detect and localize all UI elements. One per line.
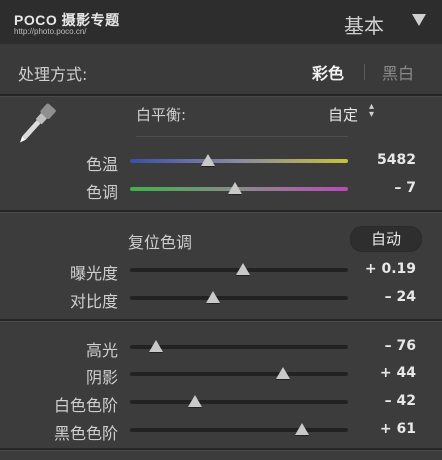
contrast-value[interactable]: – 24 — [352, 289, 416, 305]
eyedropper-icon[interactable] — [14, 96, 70, 146]
whites-slider-track[interactable] — [130, 400, 348, 404]
section-divider — [0, 210, 442, 213]
exposure-value[interactable]: + 0.19 — [352, 261, 416, 277]
blacks-slider-thumb[interactable] — [295, 423, 310, 435]
reset-tone-label[interactable]: 复位色调 — [128, 229, 192, 253]
treatment-label: 处理方式: — [18, 65, 88, 84]
tint-value[interactable]: – 7 — [352, 180, 416, 196]
shadows-slider-thumb[interactable] — [275, 367, 290, 379]
whites-slider-thumb[interactable] — [188, 395, 203, 407]
temp-slider-track[interactable] — [130, 159, 348, 163]
contrast-slider-track[interactable] — [130, 296, 348, 300]
temp-value[interactable]: 5482 — [352, 152, 416, 168]
whites-label: 白色色阶 — [53, 396, 118, 415]
highlights-value[interactable]: – 76 — [352, 338, 416, 354]
treatment-row: 处理方式: 彩色 黑白 — [0, 44, 442, 96]
blacks-label: 黑色色阶 — [53, 424, 118, 443]
shadows-label: 阴影 — [85, 368, 118, 387]
contrast-slider-thumb[interactable] — [205, 291, 220, 303]
tint-slider-thumb[interactable] — [227, 182, 242, 194]
white-balance-rule — [136, 136, 348, 137]
treatment-separator — [364, 64, 365, 80]
tint-label: 色调 — [85, 183, 118, 202]
exposure-slider-thumb[interactable] — [236, 263, 251, 275]
basic-panel: POCO 摄影专题 http://photo.poco.cn/ 基本 处理方式:… — [0, 0, 442, 460]
poco-logo-url: http://photo.poco.cn/ — [14, 27, 87, 36]
exposure-label: 曝光度 — [69, 264, 118, 283]
shadows-slider-track[interactable] — [130, 372, 348, 376]
shadows-value[interactable]: + 44 — [352, 365, 416, 381]
treatment-bw-option[interactable]: 黑白 — [382, 60, 414, 84]
white-balance-select[interactable]: 自定 — [328, 104, 358, 125]
treatment-color-option[interactable]: 彩色 — [312, 60, 344, 84]
contrast-label: 对比度 — [69, 292, 118, 311]
section-divider — [0, 448, 442, 451]
auto-tone-button[interactable]: 自动 — [350, 226, 422, 252]
section-divider — [0, 319, 442, 322]
temp-slider-thumb[interactable] — [201, 154, 216, 166]
collapse-triangle-icon[interactable] — [412, 14, 426, 26]
blacks-value[interactable]: + 61 — [352, 421, 416, 437]
highlights-slider-thumb[interactable] — [149, 340, 164, 352]
panel-title: 基本 — [344, 14, 384, 38]
panel-header[interactable]: POCO 摄影专题 http://photo.poco.cn/ 基本 — [0, 0, 442, 45]
highlights-label: 高光 — [85, 341, 118, 360]
whites-value[interactable]: – 42 — [352, 393, 416, 409]
temp-label: 色温 — [85, 155, 118, 174]
white-balance-label: 白平衡: — [136, 106, 187, 124]
blacks-slider-track[interactable] — [130, 428, 348, 432]
updown-arrows-icon[interactable]: ▴ ▾ — [369, 102, 374, 120]
